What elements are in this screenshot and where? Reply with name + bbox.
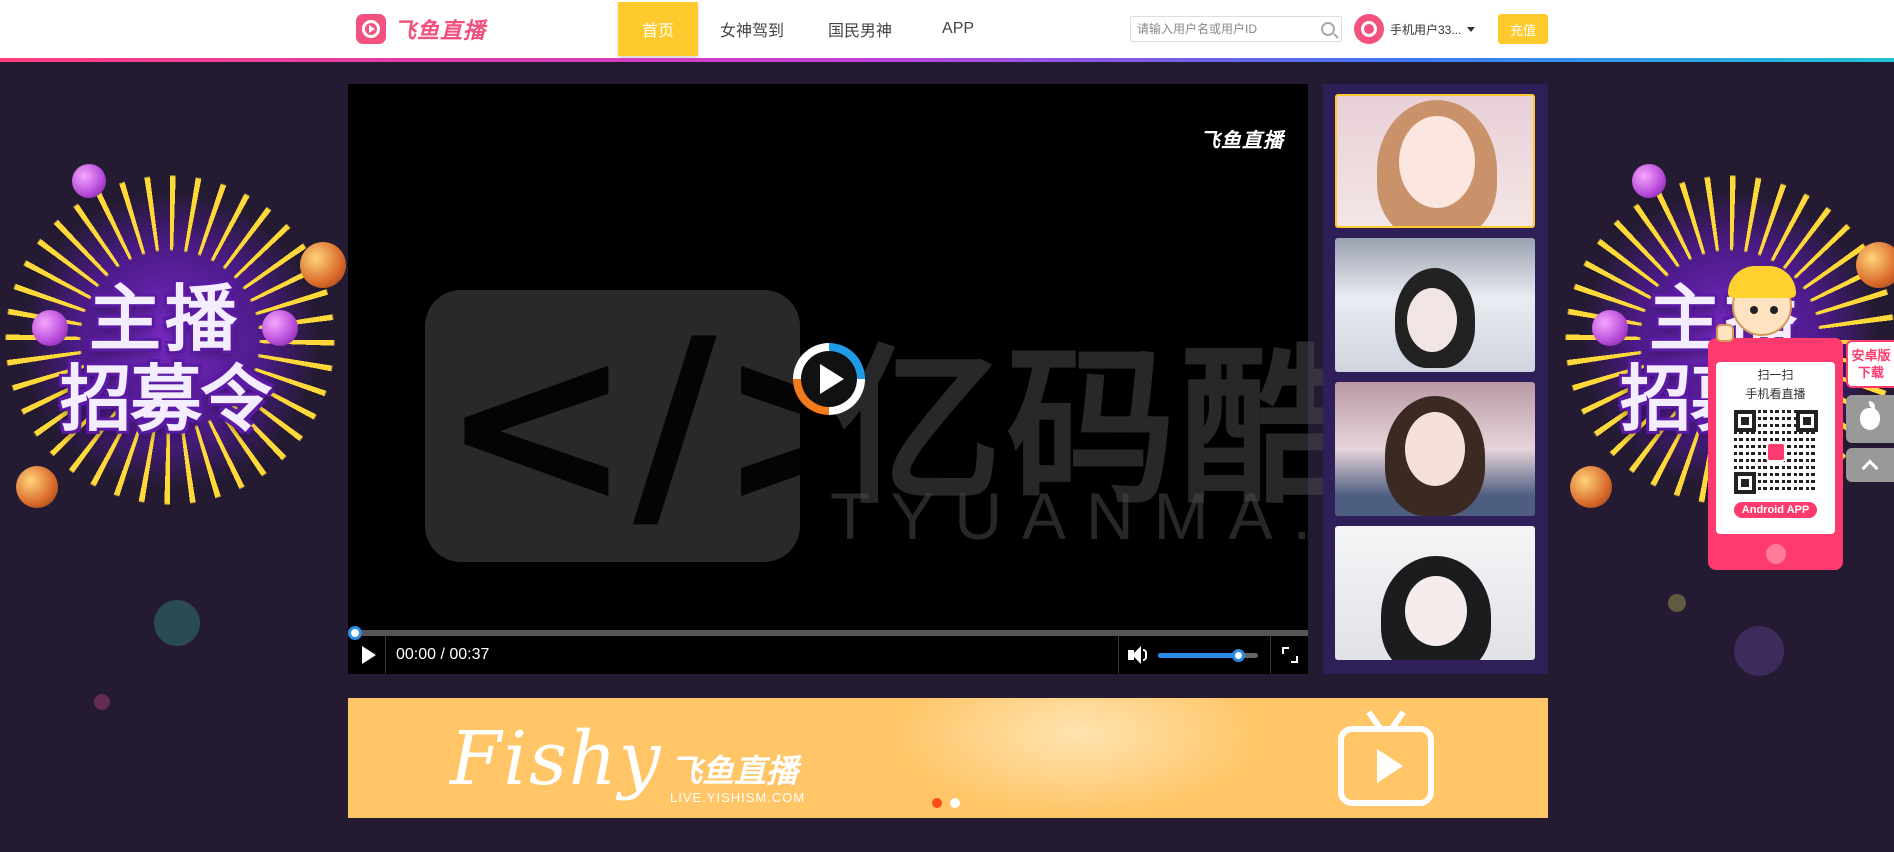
mascot-eye — [1750, 306, 1758, 314]
nav-item-male-idol[interactable]: 国民男神 — [806, 2, 914, 56]
anchor-thumbnail[interactable] — [1335, 238, 1535, 372]
mascot-eye — [1770, 306, 1778, 314]
android-tab-line2: 下载 — [1857, 365, 1884, 380]
back-to-top-button[interactable] — [1846, 448, 1894, 482]
nav-item-home[interactable]: 首页 — [618, 2, 698, 56]
promo-brand-cn: 飞鱼直播 — [670, 753, 799, 789]
android-app-button[interactable]: Android APP — [1733, 502, 1818, 518]
avatar[interactable] — [1354, 14, 1384, 44]
mascot-illustration — [1716, 262, 1808, 352]
card-decor-dot — [1766, 544, 1786, 564]
volume-slider[interactable] — [1158, 649, 1258, 662]
decor-ball — [72, 164, 106, 198]
qr-logo-icon — [1765, 442, 1786, 462]
apple-download-tab[interactable] — [1846, 395, 1894, 443]
banner-title-line2: 招募令 — [59, 357, 272, 441]
chevron-up-icon — [1861, 459, 1879, 477]
decor-ball — [262, 310, 298, 346]
decor-bokeh — [94, 694, 110, 710]
main-nav: 首页 女神驾到 国民男神 APP — [618, 2, 1002, 56]
search-box — [1130, 16, 1342, 42]
player-brand-label: 飞鱼直播 — [1200, 130, 1284, 152]
decor-ball — [1632, 164, 1666, 198]
recruit-banner-left[interactable]: 主播 招募令 — [0, 164, 346, 540]
volume-fill — [1158, 653, 1238, 658]
nav-item-app[interactable]: APP — [914, 2, 1002, 56]
volume-icon[interactable] — [1118, 636, 1156, 674]
search-icon[interactable] — [1321, 22, 1335, 36]
watermark-code-glyph: </> — [440, 291, 910, 558]
decor-ball — [1592, 310, 1628, 346]
volume-knob[interactable] — [1232, 649, 1245, 662]
mascot-cap — [1728, 266, 1796, 298]
time-display: 00:00 / 00:37 — [396, 646, 490, 663]
decor-ball — [300, 242, 346, 288]
header-gradient-line — [0, 58, 1894, 62]
decor-ball — [1570, 466, 1612, 508]
anchor-thumbnail[interactable] — [1335, 382, 1535, 516]
qr-finder — [1795, 410, 1818, 432]
decor-ball — [1856, 242, 1894, 288]
fullscreen-icon[interactable] — [1270, 636, 1308, 674]
play-icon[interactable] — [348, 636, 386, 674]
top-header: 飞鱼直播 首页 女神驾到 国民男神 APP 手机用户33... 充值 — [0, 0, 1894, 60]
qr-finder — [1733, 472, 1756, 494]
logo-play-icon — [356, 14, 386, 44]
decor-bokeh — [154, 600, 200, 646]
qr-caption-line1: 扫一扫 — [1757, 368, 1794, 382]
promo-url: LIVE.YISHISM.COM — [670, 790, 806, 805]
nav-item-goddess[interactable]: 女神驾到 — [698, 2, 806, 56]
qr-panel: 扫一扫 手机看直播 Android APP — [1716, 362, 1835, 534]
anchor-thumbnail[interactable] — [1335, 94, 1535, 228]
decor-bokeh — [1668, 594, 1686, 612]
player-controls: 00:00 / 00:37 — [348, 636, 1308, 674]
promo-brand-en: Fishy — [450, 716, 663, 802]
mascot-thumb — [1716, 324, 1734, 342]
anchor-thumbnail[interactable] — [1335, 526, 1535, 660]
android-tab-line1: 安卓版 — [1851, 348, 1891, 363]
apple-icon — [1860, 401, 1880, 430]
carousel-dots — [932, 798, 960, 808]
qr-caption-line2: 手机看直播 — [1745, 387, 1806, 401]
promo-banner[interactable]: Fishy 飞鱼直播 LIVE.YISHISM.COM — [348, 698, 1548, 818]
decor-ball — [16, 466, 58, 508]
search-input[interactable] — [1137, 22, 1321, 36]
qr-code — [1733, 410, 1818, 494]
anchor-thumbnail-list — [1323, 84, 1548, 674]
tv-play-icon — [1338, 726, 1434, 806]
logo-text: 飞鱼直播 — [394, 18, 487, 43]
carousel-dot[interactable] — [950, 798, 960, 808]
carousel-dot[interactable] — [932, 798, 942, 808]
site-logo[interactable]: 飞鱼直播 — [356, 14, 486, 44]
decor-ball — [32, 310, 68, 346]
qr-finder — [1733, 410, 1756, 432]
decor-bokeh — [1734, 626, 1784, 676]
recharge-button[interactable]: 充值 — [1498, 14, 1548, 44]
app-download-card: 扫一扫 手机看直播 Android APP — [1708, 338, 1843, 570]
center-play-icon[interactable] — [793, 343, 865, 415]
caret-down-icon[interactable] — [1467, 26, 1476, 32]
user-name[interactable]: 手机用户33... — [1390, 21, 1461, 38]
user-menu[interactable]: 手机用户33... — [1354, 14, 1476, 44]
android-download-tab[interactable]: 安卓版 下载 — [1846, 340, 1894, 388]
watermark-text-en: TYUANMA. — [830, 479, 1332, 553]
